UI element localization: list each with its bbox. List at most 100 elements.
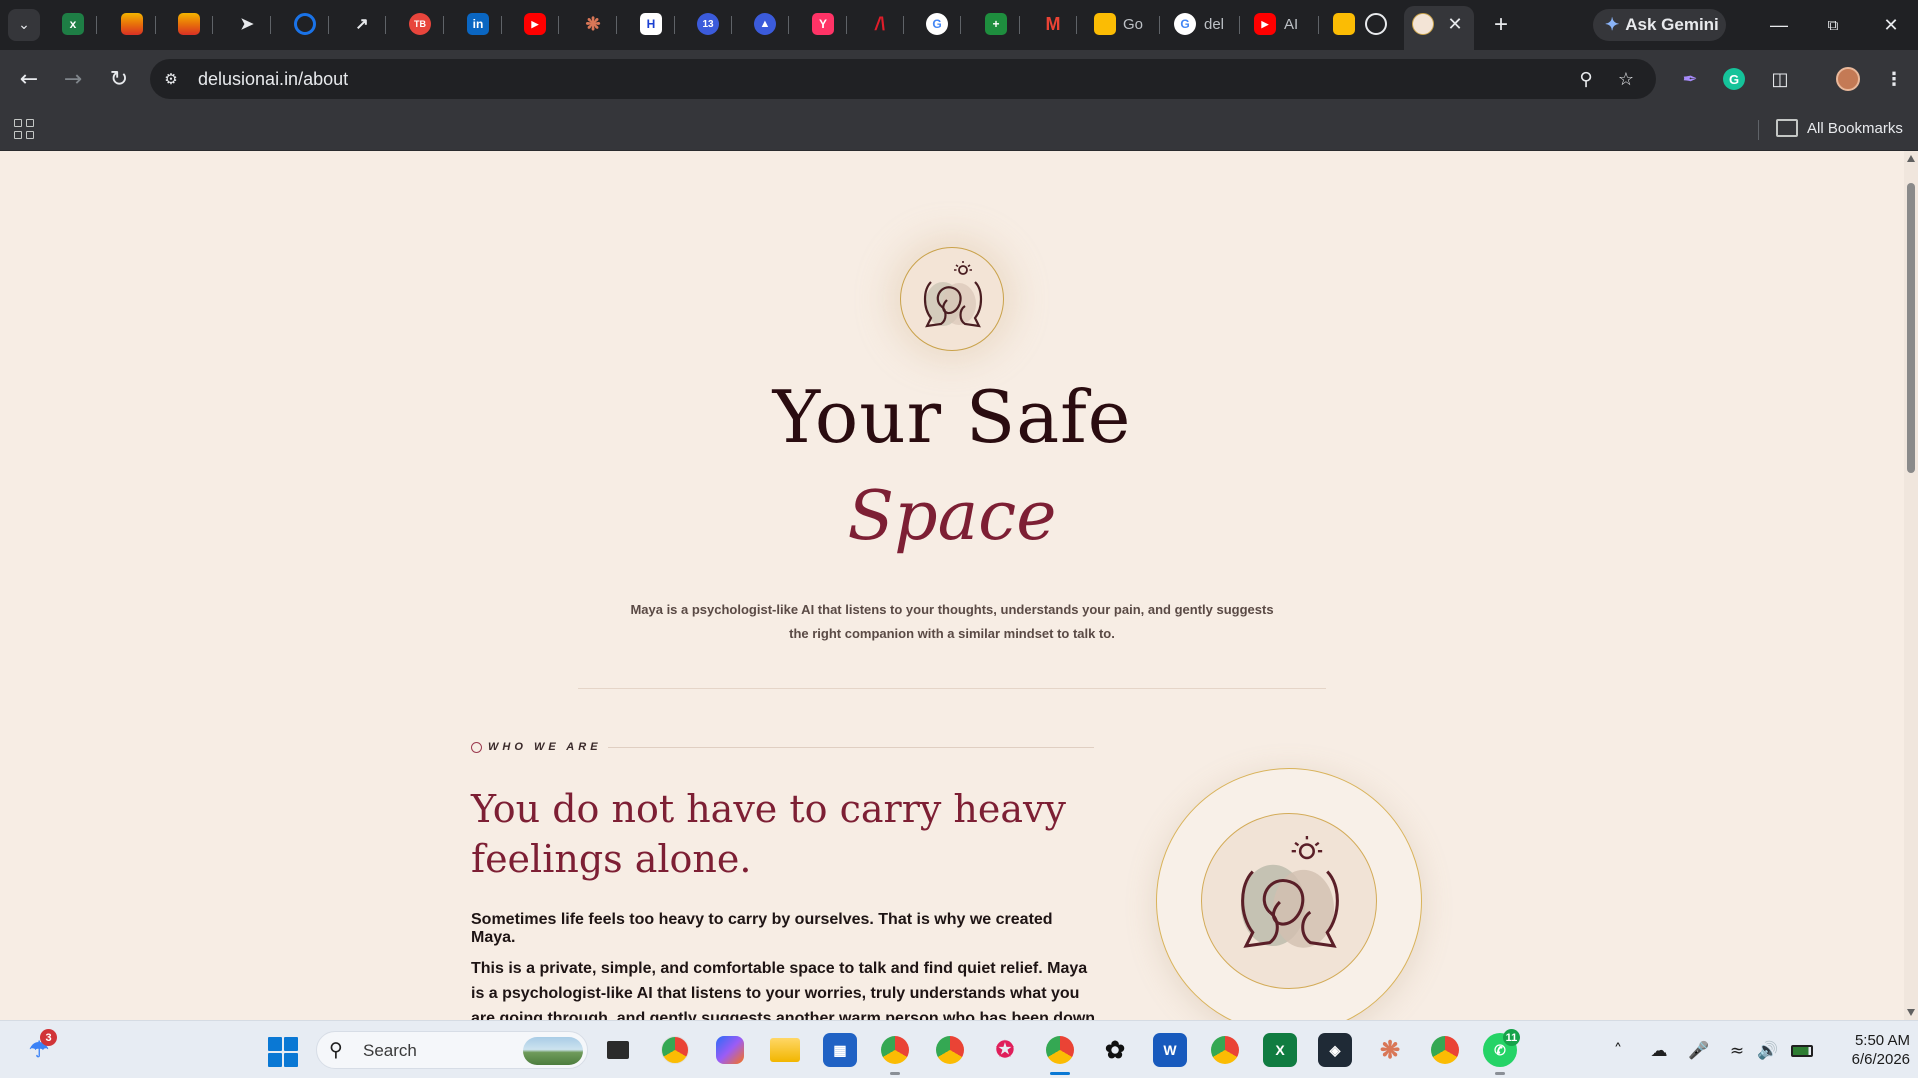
h-tab-icon[interactable]: H	[640, 13, 662, 35]
calendar-tab-icon[interactable]: 13	[697, 13, 719, 35]
all-bookmarks-link[interactable]: All Bookmarks	[1807, 120, 1903, 137]
eyebrow-rule	[608, 747, 1094, 748]
gemini-sparkle-icon: ✦	[1605, 15, 1620, 34]
tab-search-chevron-icon[interactable]: ⌄	[8, 9, 40, 41]
tab-divider	[1239, 16, 1240, 34]
slack-icon[interactable]: ✪	[988, 1033, 1022, 1067]
circle-tab-icon[interactable]	[294, 13, 316, 35]
slides-tab-icon[interactable]	[178, 13, 200, 35]
claude-tab-icon[interactable]: ❋	[582, 13, 604, 35]
gmail-tab-icon[interactable]: M	[1042, 13, 1064, 35]
tab-divider	[1076, 16, 1077, 34]
youtube-tab-icon[interactable]: ▶	[1254, 13, 1276, 35]
record-tab-icon[interactable]	[1365, 13, 1387, 35]
wifi-icon[interactable]: ≈	[1725, 1039, 1749, 1063]
folder-icon[interactable]	[1776, 119, 1798, 137]
window-close-icon[interactable]: ✕	[1876, 10, 1906, 40]
chrome-profile-icon[interactable]	[878, 1033, 912, 1067]
ask-gemini-button[interactable]: ✦ Ask Gemini	[1593, 9, 1726, 41]
meet-tab-icon[interactable]	[1094, 13, 1116, 35]
two-faces-logo-icon	[923, 261, 983, 328]
running-indicator	[1495, 1072, 1505, 1075]
zoom-icon[interactable]: ⚲	[1574, 67, 1598, 91]
search-icon: ⚲	[329, 1039, 343, 1061]
site-settings-icon[interactable]: ⚙	[160, 68, 182, 90]
volume-icon[interactable]: 🔊	[1756, 1039, 1780, 1063]
google-tab-icon[interactable]: G	[926, 13, 948, 35]
microsoft-store-icon[interactable]: ▦	[823, 1033, 857, 1067]
new-tab-button[interactable]: +	[1487, 11, 1515, 39]
microphone-icon[interactable]: 🎤	[1687, 1039, 1711, 1063]
grammarly-icon[interactable]: G	[1720, 65, 1748, 93]
excel-icon[interactable]: X	[1263, 1033, 1297, 1067]
rocket-tab-icon[interactable]: ➤	[236, 13, 258, 35]
system-clock[interactable]: 5:50 AM 6/6/2026	[1822, 1031, 1910, 1069]
pen-extension-icon[interactable]: ✒	[1676, 65, 1704, 93]
chrome-profile-icon[interactable]	[1208, 1033, 1242, 1067]
weather-badge: 3	[40, 1029, 57, 1046]
windows-start-icon[interactable]	[268, 1037, 298, 1067]
bookmark-star-icon[interactable]: ☆	[1614, 67, 1638, 91]
adobe-tab-icon[interactable]: /\	[869, 13, 891, 35]
tab-divider	[501, 16, 502, 34]
meet-tab-icon[interactable]	[1333, 13, 1355, 35]
tab-label[interactable]: del	[1204, 16, 1224, 33]
smile-icon	[471, 741, 482, 753]
chrome-profile-icon[interactable]	[1428, 1033, 1462, 1067]
scroll-down-icon[interactable]	[1907, 1009, 1915, 1016]
file-explorer-icon[interactable]	[768, 1033, 802, 1067]
tab-divider	[270, 16, 271, 34]
triangle-tab-icon[interactable]: ▲	[754, 13, 776, 35]
restore-icon[interactable]: ⧉	[1818, 10, 1848, 40]
address-bar[interactable]: ⚙ delusionai.in/about ⚲ ☆	[150, 59, 1656, 99]
search-highlight-image	[523, 1037, 583, 1065]
onedrive-cloud-icon[interactable]: ☁	[1647, 1039, 1671, 1063]
claude-icon[interactable]: ❋	[1373, 1033, 1407, 1067]
tab-divider	[674, 16, 675, 34]
eyebrow-label: WHO WE ARE	[488, 741, 602, 753]
back-arrow-icon[interactable]: ←	[14, 64, 44, 94]
arrow-tab-icon[interactable]: ↗	[351, 13, 373, 35]
youtube-tab-icon[interactable]: ▶	[524, 13, 546, 35]
avatar[interactable]	[1834, 65, 1862, 93]
hero-title-accent: Space	[847, 477, 1057, 556]
about-paragraph: Sometimes life feels too heavy to carry …	[471, 911, 1053, 946]
word-icon[interactable]: W	[1153, 1033, 1187, 1067]
extensions-puzzle-icon[interactable]: ◫	[1766, 65, 1794, 93]
tab-label[interactable]: AI	[1284, 16, 1298, 33]
tab-divider	[731, 16, 732, 34]
chrome-active-icon[interactable]	[1043, 1033, 1077, 1067]
google-tab-icon[interactable]: G	[1174, 13, 1196, 35]
chatgpt-icon[interactable]: ✿	[1098, 1033, 1132, 1067]
tab-label[interactable]: Go	[1123, 16, 1143, 33]
tb-tab-icon[interactable]: TB	[409, 13, 431, 35]
battery-icon[interactable]	[1790, 1039, 1814, 1063]
taskbar-search-input[interactable]: ⚲ Search	[316, 1031, 588, 1069]
address-url[interactable]: delusionai.in/about	[198, 69, 348, 90]
section-eyebrow: WHO WE ARE	[471, 741, 602, 753]
show-hidden-icons-chevron-icon[interactable]: ˄	[1606, 1039, 1630, 1063]
maya-favicon-icon	[1412, 13, 1434, 35]
forward-arrow-icon[interactable]: →	[58, 64, 88, 94]
scrollbar-thumb[interactable]	[1907, 183, 1915, 473]
chrome-profile-icon[interactable]	[933, 1033, 967, 1067]
tab-divider	[846, 16, 847, 34]
minimize-icon[interactable]: —	[1764, 10, 1794, 40]
scroll-up-icon[interactable]	[1907, 155, 1915, 162]
page-scrollbar[interactable]	[1904, 151, 1918, 1020]
linkedin-tab-icon[interactable]: in	[467, 13, 489, 35]
tab-divider	[212, 16, 213, 34]
y-tab-icon[interactable]: Y	[812, 13, 834, 35]
classroom-tab-icon[interactable]: +	[985, 13, 1007, 35]
cursor-app-icon[interactable]: ◈	[1318, 1033, 1352, 1067]
chrome-icon[interactable]	[658, 1033, 692, 1067]
copilot-icon[interactable]	[713, 1033, 747, 1067]
close-tab-icon[interactable]: ✕	[1444, 13, 1466, 35]
sheets-tab-icon[interactable]: x	[62, 13, 84, 35]
slides-tab-icon[interactable]	[121, 13, 143, 35]
reload-icon[interactable]: ↻	[104, 64, 134, 94]
apps-grid-icon[interactable]	[14, 119, 36, 141]
more-menu-icon[interactable]: ⋮	[1880, 65, 1908, 93]
task-view-icon[interactable]	[601, 1033, 635, 1067]
tab-divider	[1159, 16, 1160, 34]
